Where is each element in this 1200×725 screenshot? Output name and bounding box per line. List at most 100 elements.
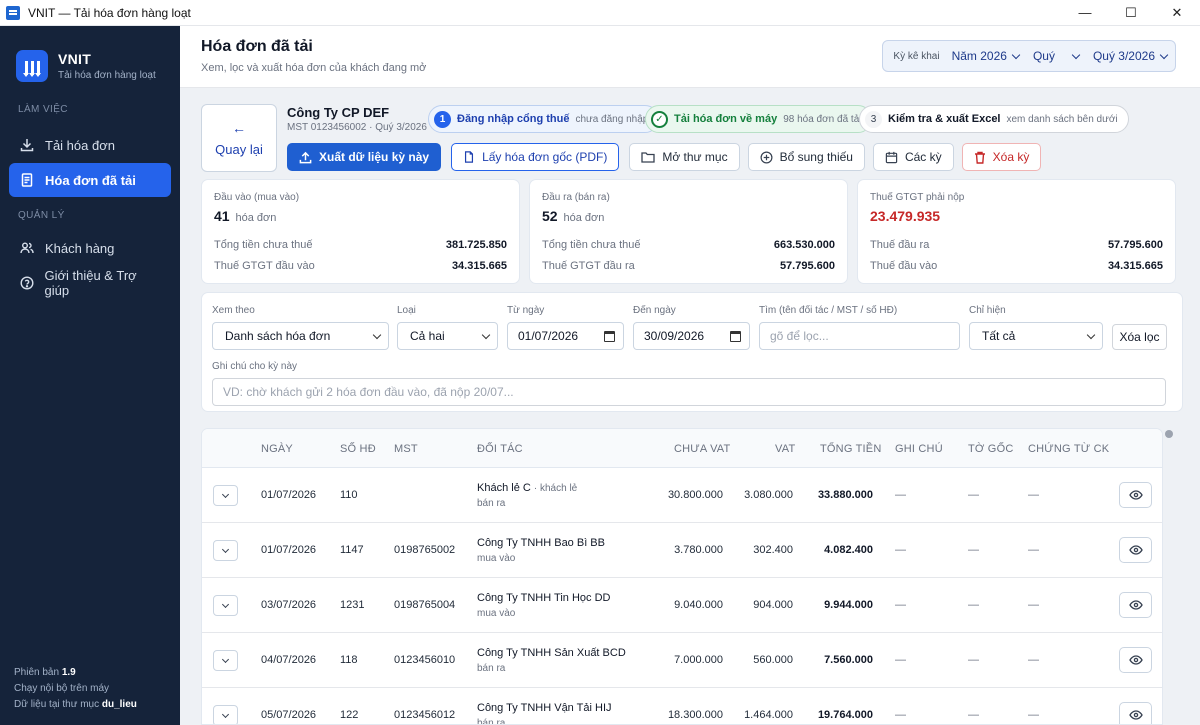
partner-name: Công Ty TNHH Vận Tải HIJ <box>477 702 612 714</box>
table-row[interactable]: 01/07/2026 110 Khách lẻ C · khách lẻ bán ra… <box>202 468 1162 523</box>
cell-tax-code: 0123456010 <box>394 654 456 666</box>
chevron-down-icon <box>1071 50 1081 59</box>
view-invoice-button[interactable] <box>1119 592 1152 618</box>
sidebar-item-label: Khách hàng <box>45 240 115 256</box>
year-select[interactable]: Năm 2026 <box>952 49 1021 63</box>
type-select[interactable]: Cả hai <box>397 322 498 350</box>
get-original-pdf-button[interactable]: Lấy hóa đơn gốc (PDF) <box>451 143 620 171</box>
chevron-down-icon <box>221 545 230 553</box>
table-row[interactable]: 03/07/2026 1231 0198765004 Công Ty TNHH Tin… <box>202 578 1162 633</box>
cell-net: 7.000.000 <box>674 654 723 666</box>
expand-row-button[interactable] <box>213 650 238 671</box>
period-type-select[interactable]: Quý <box>1033 49 1081 63</box>
cell-original: — <box>968 544 979 556</box>
expand-row-button[interactable] <box>213 595 238 616</box>
sidebar-item-download[interactable]: Tải hóa đơn <box>9 128 171 162</box>
page-title: Hóa đơn đã tải <box>201 38 313 55</box>
calendar-icon[interactable] <box>730 330 741 342</box>
to-date-input[interactable]: 30/09/2026 <box>633 322 750 350</box>
stat-caption: Đầu ra (bán ra) <box>542 192 610 203</box>
stat-row-label: Tổng tiền chưa thuế <box>214 239 313 251</box>
stat-card-output: Đầu ra (bán ra) 52 hóa đơn Tổng tiền chư… <box>529 179 848 284</box>
clear-filter-button[interactable]: Xóa lọc <box>1112 324 1167 350</box>
view-invoice-button[interactable] <box>1119 482 1152 508</box>
period-selector: Kỳ kê khai Năm 2026 Quý Quý 3/2026 <box>882 40 1176 72</box>
expand-row-button[interactable] <box>213 540 238 561</box>
col-net[interactable]: CHƯA VAT <box>674 443 730 455</box>
cell-transfer-proof: — <box>1028 654 1039 666</box>
from-date-input[interactable]: 01/07/2026 <box>507 322 624 350</box>
back-button[interactable]: ← Quay lại <box>201 104 277 172</box>
col-vat[interactable]: VAT <box>775 443 795 455</box>
sidebar-item-help[interactable]: Giới thiệu & Trợ giúp <box>9 266 171 300</box>
step-download[interactable]: ✓ Tải hóa đơn về máy 98 hóa đơn đã tải <box>645 105 873 133</box>
folder-icon <box>641 151 655 163</box>
calendar-icon[interactable] <box>604 330 615 342</box>
search-label: Tìm (tên đối tác / MST / số HĐ) <box>759 305 898 316</box>
main-content: Hóa đơn đã tải Xem, lọc và xuất hóa đơn … <box>180 26 1200 725</box>
stat-card-input: Đầu vào (mua vào) 41 hóa đơn Tổng tiền c… <box>201 179 520 284</box>
table-row[interactable]: 04/07/2026 118 0123456010 Công Ty TNHH Sản … <box>202 633 1162 688</box>
view-invoice-button[interactable] <box>1119 702 1152 724</box>
expand-row-button[interactable] <box>213 705 238 724</box>
calendar-icon <box>885 151 898 164</box>
step-number: 1 <box>434 110 451 128</box>
local-note: Chạy nội bộ trên máy <box>14 683 110 694</box>
show-label: Chỉ hiện <box>969 305 1006 316</box>
step-export[interactable]: 3 Kiểm tra & xuất Excel xem danh sách bê… <box>859 105 1129 133</box>
show-select[interactable]: Tất cả <box>969 322 1103 350</box>
page-header: Hóa đơn đã tải Xem, lọc và xuất hóa đơn … <box>180 26 1200 88</box>
delete-period-button[interactable]: Xóa kỳ <box>961 143 1042 171</box>
col-partner[interactable]: ĐỐI TÁC <box>477 443 523 455</box>
cell-total: 19.764.000 <box>817 709 873 721</box>
col-invoice-no[interactable]: SỐ HĐ <box>340 443 376 455</box>
step-note: xem danh sách bên dưới <box>1006 113 1118 125</box>
folder-value: du_lieu <box>101 699 137 710</box>
col-total[interactable]: TỔNG TIỀN <box>820 443 882 455</box>
stat-row-value: 663.530.000 <box>773 239 835 251</box>
table-row[interactable]: 01/07/2026 1147 0198765002 Công Ty TNHH Bao… <box>202 523 1162 578</box>
table-row[interactable]: 05/07/2026 122 0123456012 Công Ty TNHH Vận … <box>202 688 1162 724</box>
cell-total: 4.082.400 <box>824 544 873 556</box>
periods-button[interactable]: Các kỳ <box>872 143 954 171</box>
version-label: Phiên bản <box>14 667 60 678</box>
col-note[interactable]: GHI CHÚ <box>895 443 943 455</box>
view-invoice-button[interactable] <box>1119 537 1152 563</box>
view-select[interactable]: Danh sách hóa đơn <box>212 322 389 350</box>
cell-tax-code: 0198765002 <box>394 544 456 556</box>
cell-net: 3.780.000 <box>674 544 723 556</box>
expand-row-button[interactable] <box>213 485 238 506</box>
period-note-input[interactable]: VD: chờ khách gửi 2 hóa đơn đầu vào, đã … <box>212 378 1166 406</box>
supplement-missing-button[interactable]: Bổ sung thiếu <box>747 143 865 171</box>
period-value-select[interactable]: Quý 3/2026 <box>1093 49 1169 63</box>
col-transfer-proof[interactable]: CHỨNG TỪ CK <box>1028 443 1109 455</box>
search-input[interactable]: gõ để lọc... <box>759 322 960 350</box>
export-period-button[interactable]: Xuất dữ liệu kỳ này <box>287 143 442 171</box>
col-original[interactable]: TỜ GỐC <box>968 443 1013 455</box>
version-value: 1.9 <box>61 667 76 678</box>
cell-tax-code: 0123456012 <box>394 709 456 721</box>
step-login[interactable]: 1 Đăng nhập cổng thuế chưa đăng nhập <box>428 105 660 133</box>
stat-row-value: 381.725.850 <box>445 239 507 251</box>
chevron-down-icon <box>1159 50 1169 59</box>
eye-icon <box>1128 710 1143 720</box>
cell-note: — <box>895 709 906 721</box>
close-button[interactable]: ✕ <box>1154 0 1200 26</box>
open-folder-button[interactable]: Mở thư mục <box>629 143 740 171</box>
view-invoice-button[interactable] <box>1119 647 1152 673</box>
col-tax-code[interactable]: MST <box>394 443 418 455</box>
cell-note: — <box>895 489 906 501</box>
minimize-button[interactable]: — <box>1062 0 1108 26</box>
maximize-button[interactable]: ☐ <box>1108 0 1154 26</box>
sidebar-item-downloaded-invoices[interactable]: Hóa đơn đã tải <box>9 163 171 197</box>
arrow-left-icon: ← <box>232 119 246 136</box>
cell-date: 05/07/2026 <box>261 709 317 721</box>
chevron-down-icon <box>1086 330 1096 339</box>
back-label: Quay lại <box>215 141 263 157</box>
vat-payable-amount: 23.479.935 <box>870 208 941 224</box>
scrollbar-thumb[interactable] <box>1165 430 1173 438</box>
col-date[interactable]: NGÀY <box>261 443 293 455</box>
window-titlebar: VNIT — Tải hóa đơn hàng loạt — ☐ ✕ <box>0 0 1200 26</box>
period-label: Kỳ kê khai <box>893 50 940 62</box>
sidebar-item-customers[interactable]: Khách hàng <box>9 231 171 265</box>
